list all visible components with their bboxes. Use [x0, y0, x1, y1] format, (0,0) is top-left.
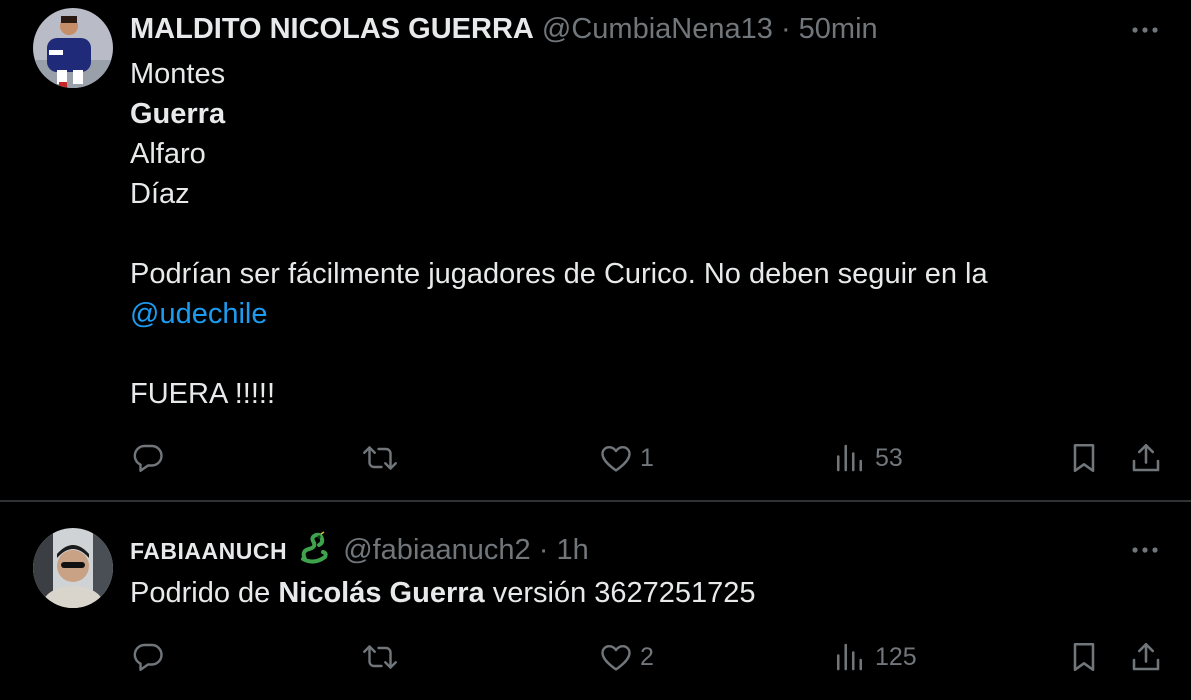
mention-link[interactable]: @udechile [130, 298, 267, 330]
avatar[interactable] [33, 528, 113, 608]
heart-icon [598, 639, 634, 675]
like-count: 2 [640, 642, 654, 671]
display-name[interactable]: MALDITO NICOLAS GUERRA [130, 13, 534, 45]
reply-button[interactable] [130, 438, 172, 478]
tweet[interactable]: MALDITO NICOLAS GUERRA @CumbiaNena13 · 5… [0, 0, 1191, 500]
view-count: 53 [875, 443, 903, 472]
more-options-icon[interactable] [1127, 532, 1163, 568]
text-line: Díaz [130, 178, 190, 210]
retweet-button[interactable] [360, 438, 406, 478]
views-chart-icon [833, 639, 869, 675]
share-icon [1128, 639, 1164, 675]
like-button[interactable]: 1 [598, 438, 654, 478]
bookmark-icon [1066, 440, 1102, 476]
views-button[interactable]: 53 [833, 438, 903, 478]
display-name[interactable]: FABIAANUCH [130, 538, 287, 564]
separator-dot: · [780, 13, 791, 45]
reply-icon [130, 639, 166, 675]
user-handle[interactable]: @fabiaanuch2 [343, 534, 530, 566]
tweet-text: Montes Guerra Alfaro Díaz Podrían ser fá… [130, 54, 988, 414]
more-options-icon[interactable] [1127, 12, 1163, 48]
text-line: FUERA !!!!! [130, 378, 276, 410]
timestamp[interactable]: 1h [556, 534, 588, 566]
tweet-header: FABIAANUCH @fabiaanuch2 · 1h [130, 531, 589, 574]
text-segment: versión 3627251725 [484, 577, 756, 609]
share-button[interactable] [1128, 637, 1164, 677]
bookmark-button[interactable] [1066, 637, 1102, 677]
reply-icon [130, 440, 166, 476]
tweet-actions: 2 125 [0, 637, 1191, 677]
like-button[interactable]: 2 [598, 637, 654, 677]
text-segment: Podrido de [130, 577, 279, 609]
reply-button[interactable] [130, 637, 172, 677]
views-button[interactable]: 125 [833, 637, 917, 677]
dragon-emoji-icon [297, 531, 331, 574]
text-segment-bold: Nicolás Guerra [278, 577, 485, 609]
heart-icon [598, 440, 634, 476]
tweet-text: Podrido de Nicolás Guerra versión 362725… [130, 573, 756, 613]
bookmark-icon [1066, 639, 1102, 675]
tweet-actions: 1 53 [0, 438, 1191, 478]
share-button[interactable] [1128, 438, 1164, 478]
user-handle[interactable]: @CumbiaNena13 [542, 13, 773, 45]
view-count: 125 [875, 642, 917, 671]
like-count: 1 [640, 443, 654, 472]
text-line: Montes [130, 58, 226, 90]
text-line: Guerra [130, 98, 226, 130]
tweet[interactable]: FABIAANUCH @fabiaanuch2 · 1h Podrido de … [0, 502, 1191, 700]
retweet-icon [360, 440, 400, 476]
share-icon [1128, 440, 1164, 476]
text-line: Podrían ser fácilmente jugadores de Curi… [130, 258, 988, 290]
retweet-button[interactable] [360, 637, 406, 677]
bookmark-button[interactable] [1066, 438, 1102, 478]
retweet-icon [360, 639, 400, 675]
avatar[interactable] [33, 8, 113, 88]
tweet-header: MALDITO NICOLAS GUERRA @CumbiaNena13 · 5… [130, 11, 878, 47]
text-line: Alfaro [130, 138, 206, 170]
timestamp[interactable]: 50min [799, 13, 878, 45]
separator-dot: · [538, 534, 549, 566]
views-chart-icon [833, 440, 869, 476]
